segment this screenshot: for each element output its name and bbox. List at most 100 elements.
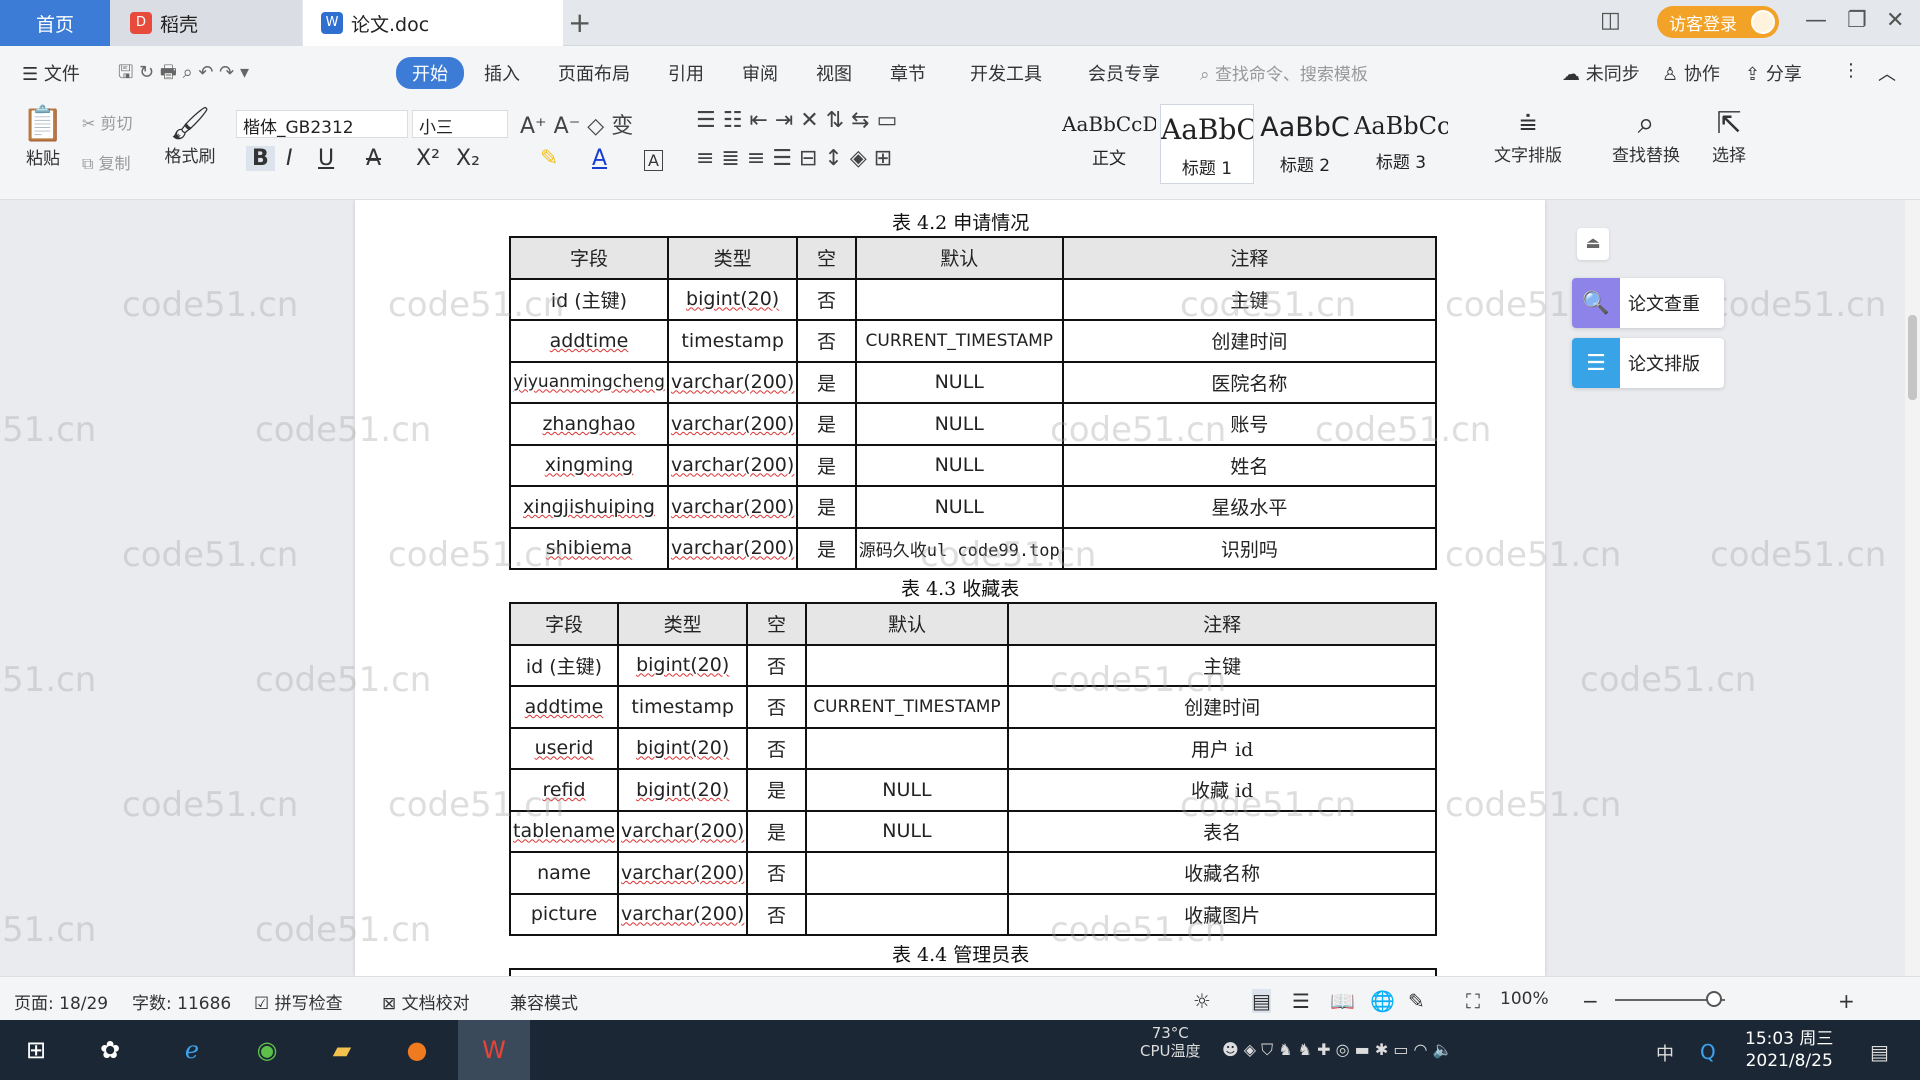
new-tab-button[interactable]: + xyxy=(568,6,591,39)
text-layout-button[interactable]: ⩧ 文字排版 xyxy=(1494,106,1562,166)
reading-view-icon[interactable]: 📖 xyxy=(1330,989,1355,1013)
paste-button[interactable]: 📋 粘贴 xyxy=(18,104,68,169)
menu-dev-tools[interactable]: 开发工具 xyxy=(970,60,1042,86)
ime-indicator[interactable]: 中 xyxy=(1656,1040,1674,1066)
outline-view-icon[interactable]: ☰ xyxy=(1292,989,1310,1013)
visitor-login-button[interactable]: 访客登录 xyxy=(1657,6,1779,38)
superscript-button[interactable]: X² xyxy=(416,146,440,171)
input-method-icon[interactable]: Q xyxy=(1700,1040,1716,1064)
find-replace-button[interactable]: ⌕ 查找替换 xyxy=(1612,106,1680,166)
wps-taskbar-icon[interactable]: W xyxy=(458,1020,530,1080)
copy-button[interactable]: ⧉ 复制 xyxy=(82,150,131,174)
restore-icon[interactable]: ❐ xyxy=(1847,8,1867,33)
page-view-icon[interactable]: ▤ xyxy=(1252,989,1271,1013)
app-pinwheel-icon[interactable]: ✿ xyxy=(90,1032,130,1068)
table-4-2[interactable]: 字段 类型 空 默认 注释 id (主键) bigint(20) 否 主键 ad… xyxy=(509,236,1438,570)
scrollbar-thumb[interactable] xyxy=(1908,315,1917,400)
table-4-3[interactable]: 字段 类型 空 默认 注释 id (主键) bigint(20) 否 主键 ad… xyxy=(508,602,1437,936)
bold-button[interactable]: B xyxy=(246,146,275,171)
style-heading-3[interactable]: AaBbCcI 标题 3 xyxy=(1354,104,1448,184)
web-view-icon[interactable]: 🌐 xyxy=(1370,989,1395,1013)
menu-member[interactable]: 会员专享 xyxy=(1088,60,1160,86)
tray-icons[interactable]: ☻ ◈ ⛉ ♞ ♞ ✚ ◎ ▬ ✱ ▭ ◠ 🔈 xyxy=(1222,1040,1453,1060)
notification-icon[interactable]: ▤ xyxy=(1870,1040,1889,1064)
subscript-button[interactable]: X₂ xyxy=(456,146,480,171)
zoom-slider-knob[interactable] xyxy=(1706,991,1722,1007)
tab-document[interactable]: W 论文.doc xyxy=(303,0,563,46)
fit-page-icon[interactable]: ⛶ xyxy=(1466,989,1480,1013)
tab-daoke[interactable]: D 稻壳 xyxy=(110,0,302,46)
table-cell: 是 xyxy=(746,768,807,812)
spellcheck-button[interactable]: ☑ 拼写检查 xyxy=(254,989,343,1014)
share-button[interactable]: ⇪ 分享 xyxy=(1745,60,1802,86)
copy-label: 复制 xyxy=(98,154,131,173)
vertical-scrollbar[interactable] xyxy=(1905,200,1920,976)
menu-review[interactable]: 审阅 xyxy=(742,60,778,86)
table-4-3-caption: 表 4.3 收藏表 xyxy=(901,578,1020,600)
paper-check-button[interactable]: 🔍 论文查重 xyxy=(1572,278,1724,328)
document-page[interactable]: 表 4.2 申请情况 字段 类型 空 默认 注释 id (主键) bigint(… xyxy=(355,200,1545,976)
underline-button[interactable]: U xyxy=(318,146,334,171)
collapse-panel-icon[interactable]: ⏏ xyxy=(1577,228,1609,260)
watermark: code51.cn xyxy=(1710,535,1887,575)
file-explorer-icon[interactable]: ▰ xyxy=(322,1032,362,1068)
pen-icon[interactable]: ✎ xyxy=(1408,989,1425,1013)
header-cell: 类型 xyxy=(666,236,799,280)
font-family-select[interactable]: 楷体_GB2312 xyxy=(236,110,408,138)
command-search[interactable]: ⌕ 查找命令、搜索模板 xyxy=(1200,60,1368,85)
menu-page-layout[interactable]: 页面布局 xyxy=(558,60,630,86)
menu-insert[interactable]: 插入 xyxy=(484,60,520,86)
tab-home[interactable]: 首页 xyxy=(0,0,110,46)
doc-proof-button[interactable]: ⊠ 文档校对 xyxy=(382,989,470,1014)
close-icon[interactable]: ✕ xyxy=(1886,8,1904,33)
font-size-select[interactable]: 小三 xyxy=(412,110,508,138)
layout-icon[interactable]: ◫ xyxy=(1600,8,1621,33)
style-heading-2[interactable]: AaBbC 标题 2 xyxy=(1258,104,1352,184)
table-cell: NULL xyxy=(854,360,1064,404)
table-cell: shibiema xyxy=(509,526,669,570)
game-app-icon[interactable]: ● xyxy=(397,1032,437,1068)
file-menu[interactable]: ☰ 文件 xyxy=(22,60,80,86)
cut-button[interactable]: ✂ 剪切 xyxy=(82,110,133,134)
paper-layout-button[interactable]: ☰ 论文排版 xyxy=(1572,338,1724,388)
menu-view[interactable]: 视图 xyxy=(816,60,852,86)
format-painter-button[interactable]: 🖌 格式刷 xyxy=(160,104,220,167)
sync-button[interactable]: ☁ 未同步 xyxy=(1562,60,1640,86)
watermark: code51.cn xyxy=(122,285,299,325)
style-heading-3-label: 标题 3 xyxy=(1375,153,1427,173)
table-cell: 否 xyxy=(746,851,807,895)
page-indicator[interactable]: 页面: 18/29 xyxy=(14,989,108,1014)
style-normal[interactable]: AaBbCcDd 正文 xyxy=(1062,104,1156,184)
font-color-button[interactable]: A xyxy=(592,146,607,171)
eye-protection-icon[interactable]: ☼ xyxy=(1193,989,1211,1013)
char-border-button[interactable]: A xyxy=(644,150,663,171)
system-clock[interactable]: 15:03 周三 2021/8/25 xyxy=(1745,1028,1833,1072)
italic-button[interactable]: I xyxy=(286,146,293,171)
360-browser-icon[interactable]: ◉ xyxy=(247,1032,287,1068)
select-button[interactable]: ⇱ 选择 xyxy=(1712,106,1746,166)
collapse-ribbon-icon[interactable]: ︿ xyxy=(1878,60,1896,86)
windows-taskbar: ⊞ ✿ ℯ ◉ ▰ ● W 73°C CPU温度 ☻ ◈ ⛉ ♞ ♞ ✚ ◎ ▬… xyxy=(0,1020,1920,1080)
ie-browser-icon[interactable]: ℯ xyxy=(172,1032,212,1068)
menu-start[interactable]: 开始 xyxy=(396,57,464,89)
quick-access-icons[interactable]: 🖫 ↻ 🖶 ⌕ ↶ ↷ ▾ xyxy=(118,60,249,90)
windows-start-icon[interactable]: ⊞ xyxy=(16,1032,56,1068)
table-cell: 创建时间 xyxy=(1007,685,1437,729)
collab-button[interactable]: ♙ 协作 xyxy=(1662,60,1720,86)
font-size-grow-icons[interactable]: A⁺ A⁻ ◇ 变 xyxy=(520,108,633,140)
highlight-icon[interactable]: ✎ xyxy=(540,146,558,171)
zoom-out-icon[interactable]: − xyxy=(1582,989,1599,1013)
style-heading-1[interactable]: AaBbC 标题 1 xyxy=(1160,104,1254,184)
strikethrough-button[interactable]: A xyxy=(366,146,381,171)
menu-chapter[interactable]: 章节 xyxy=(890,60,926,86)
word-count[interactable]: 字数: 11686 xyxy=(132,989,231,1014)
overlay-watermark-text: 源码久收ul code99.top xyxy=(858,540,1060,561)
align-icons[interactable]: ≡ ≣ ≡ ☰ ⊟ ↕ ◈ ⊞ xyxy=(696,146,892,171)
zoom-level[interactable]: 100% xyxy=(1500,989,1549,1009)
zoom-in-icon[interactable]: + xyxy=(1838,989,1855,1013)
list-icons[interactable]: ☰ ☷ ⇤ ⇥ ✕ ⇅ ⇆ ▭ xyxy=(696,108,897,133)
minimize-icon[interactable]: — xyxy=(1805,8,1827,33)
more-icon[interactable]: ⋮ xyxy=(1842,60,1860,81)
word-doc-icon: W xyxy=(321,12,343,34)
menu-references[interactable]: 引用 xyxy=(668,60,704,86)
